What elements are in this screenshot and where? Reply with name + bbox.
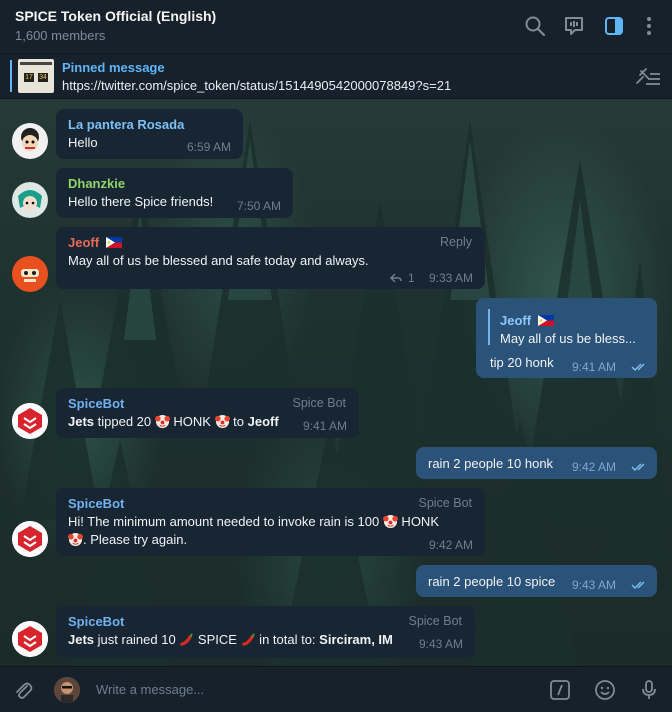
outgoing-message-bubble[interactable]: Jeoff May all of us be bless... tip 20 h…	[476, 298, 657, 378]
double-check-icon	[631, 363, 645, 371]
avatar[interactable]	[12, 123, 48, 159]
message-text: Hello	[68, 135, 98, 150]
sender-name[interactable]: SpiceBot	[68, 614, 124, 629]
pinned-indicator	[10, 60, 12, 92]
chat-title[interactable]: SPICE Token Official (English)	[15, 8, 216, 24]
pinned-message-bar[interactable]: 17 34 Pinned message https://twitter.com…	[0, 54, 672, 99]
bot-tag: Spice Bot	[408, 614, 462, 628]
philippines-flag-icon	[105, 237, 122, 248]
sender-name[interactable]: SpiceBot	[68, 396, 124, 411]
outgoing-message-bubble[interactable]: rain 2 people 10 spice 9:43 AM	[416, 565, 657, 597]
pinned-thumb-digit: 17	[24, 73, 34, 82]
message-text-part: in total to:	[255, 632, 320, 647]
sender-name[interactable]: Dhanzkie	[68, 176, 125, 191]
message-text-part: tipped 20	[94, 414, 155, 429]
message-text-part: Hi! The minimum amount needed to invoke …	[68, 514, 383, 529]
reply-arrow-icon[interactable]	[390, 273, 402, 283]
reply-quote-name-text: Jeoff	[500, 313, 532, 328]
message-time: 9:43 AM	[572, 578, 617, 592]
mention-recipients: Sirciram, IM	[319, 632, 393, 647]
avatar[interactable]	[12, 403, 48, 439]
message-text: May all of us be blessed and safe today …	[68, 253, 369, 268]
mention-sender: Jets	[68, 632, 95, 647]
sidebar-icon[interactable]	[602, 14, 626, 38]
reply-quote-text[interactable]: May all of us be bless...	[500, 331, 636, 346]
message-time: 9:41 AM	[302, 419, 347, 433]
microphone-icon[interactable]	[638, 679, 660, 701]
message-text-part: HONK	[397, 514, 439, 529]
avatar[interactable]	[12, 256, 48, 292]
double-check-icon	[631, 463, 645, 471]
pinned-label: Pinned message	[62, 60, 165, 75]
double-check-icon	[631, 581, 645, 589]
message-text: Jets tipped 20 HONK to Jeoff	[68, 414, 279, 429]
sender-name[interactable]: SpiceBot	[68, 496, 124, 511]
emoji-icon[interactable]	[594, 679, 616, 701]
chili-pepper-icon	[180, 633, 194, 646]
reply-quote-bar	[488, 309, 490, 345]
bot-commands-icon[interactable]	[549, 679, 571, 701]
clown-face-icon	[68, 532, 83, 547]
message-bubble[interactable]: SpiceBot Spice Bot Jets tipped 20 HONK t…	[56, 388, 359, 438]
mention-recipient: Jeoff	[247, 414, 279, 429]
message-text-part: just rained 10	[94, 632, 180, 647]
message-text-part: HONK	[169, 414, 215, 429]
clown-face-icon	[214, 414, 230, 429]
bot-tag: Spice Bot	[292, 396, 346, 410]
message-text: . Please try again.	[68, 532, 187, 547]
philippines-flag-icon	[537, 315, 554, 326]
pinned-list-icon[interactable]	[634, 66, 662, 88]
bot-tag: Spice Bot	[418, 496, 472, 510]
message-time: 6:59 AM	[186, 140, 231, 154]
message-time: 7:50 AM	[236, 199, 281, 213]
clown-face-icon	[382, 514, 398, 529]
avatar[interactable]	[12, 621, 48, 657]
chat-header[interactable]: SPICE Token Official (English) 1,600 mem…	[0, 0, 672, 54]
sender-name[interactable]: La pantera Rosada	[68, 117, 184, 132]
pinned-text[interactable]: https://twitter.com/spice_token/status/1…	[62, 78, 451, 93]
message-time: 9:33 AM	[428, 271, 473, 285]
sender-name[interactable]: Jeoff	[68, 235, 122, 250]
message-composer: Write a message...	[0, 666, 672, 712]
reply-quote-name[interactable]: Jeoff	[500, 313, 554, 328]
mention-sender: Jets	[68, 414, 95, 429]
search-icon[interactable]	[523, 14, 547, 38]
chili-pepper-icon	[241, 633, 255, 646]
message-time: 9:42 AM	[572, 460, 617, 474]
avatar[interactable]	[12, 521, 48, 557]
member-count[interactable]: 1,600 members	[15, 28, 105, 43]
message-text: tip 20 honk	[490, 355, 554, 370]
sender-name-text: Jeoff	[68, 235, 100, 250]
message-text-part: SPICE	[194, 632, 241, 647]
clown-face-icon	[154, 414, 170, 429]
send-as-avatar[interactable]	[54, 677, 80, 703]
message-bubble[interactable]: Jeoff Reply May all of us be blessed and…	[56, 227, 485, 289]
pinned-thumb-digit: 34	[38, 73, 48, 82]
avatar[interactable]	[12, 182, 48, 218]
message-text: Jets just rained 10 SPICE in total to: S…	[68, 632, 393, 647]
message-bubble[interactable]: SpiceBot Spice Bot Jets just rained 10 S…	[56, 606, 475, 658]
message-bubble[interactable]: Dhanzkie Hello there Spice friends! 7:50…	[56, 168, 293, 218]
reply-count[interactable]: 1	[408, 271, 415, 285]
message-time: 9:41 AM	[572, 360, 617, 374]
pinned-thumbnail: 17 34	[18, 59, 54, 93]
message-text: Hi! The minimum amount needed to invoke …	[68, 514, 439, 529]
live-stream-icon[interactable]	[562, 14, 586, 38]
more-icon[interactable]	[637, 14, 661, 38]
message-bubble[interactable]: La pantera Rosada Hello 6:59 AM	[56, 109, 243, 159]
message-time: 9:43 AM	[418, 637, 463, 651]
message-text-part: . Please try again.	[83, 532, 188, 547]
message-input[interactable]: Write a message...	[96, 682, 204, 697]
message-bubble[interactable]: SpiceBot Spice Bot Hi! The minimum amoun…	[56, 488, 485, 556]
message-text: rain 2 people 10 honk	[428, 456, 554, 471]
message-time: 9:42 AM	[428, 538, 473, 552]
message-text-part: to	[229, 414, 248, 429]
outgoing-message-bubble[interactable]: rain 2 people 10 honk 9:42 AM	[416, 447, 657, 479]
reply-button[interactable]: Reply	[440, 235, 472, 249]
message-text: Hello there Spice friends!	[68, 194, 214, 209]
attach-icon[interactable]	[12, 679, 34, 701]
message-text: rain 2 people 10 spice	[428, 574, 556, 589]
